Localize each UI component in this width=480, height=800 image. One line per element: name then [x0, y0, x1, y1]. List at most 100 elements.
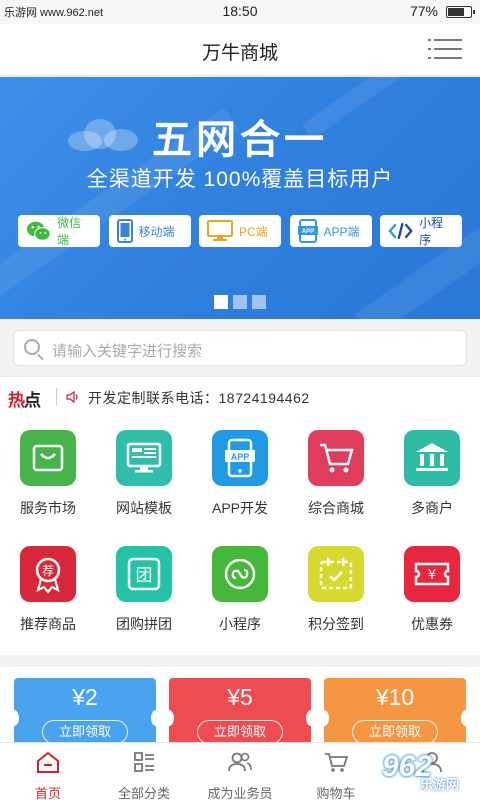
hot-tag: 热点	[8, 391, 41, 410]
chip-mobile[interactable]: 移动端	[108, 215, 191, 247]
carousel-dot[interactable]	[252, 295, 266, 309]
coupon-card[interactable]: ¥2 立即领取	[9, 678, 161, 742]
app-phone-icon: APP	[212, 430, 268, 486]
svg-text:¥: ¥	[428, 568, 436, 583]
chip-label: 微信端	[57, 216, 82, 247]
svg-text:APP: APP	[301, 229, 313, 235]
grid-item-mall[interactable]: 综合商城	[288, 430, 384, 518]
platform-chips: 微信端 移动端 PC端 APP APP端 小程序	[18, 215, 462, 247]
cart-tab-icon	[325, 753, 349, 772]
chip-pc[interactable]: PC端	[199, 215, 281, 247]
clock: 18:50	[222, 3, 258, 19]
claim-button[interactable]: 立即领取	[352, 720, 438, 742]
tab-label: 成为业务员	[207, 786, 273, 800]
svg-text:APP: APP	[231, 452, 250, 462]
grid-item-recommend[interactable]: 荐 推荐商品	[0, 546, 96, 634]
speaker-icon	[66, 390, 78, 404]
grid-label: 服务市场	[20, 500, 76, 516]
carousel-dot[interactable]	[214, 295, 228, 309]
badge-icon: 荐	[20, 546, 76, 602]
monitor-template-icon	[116, 430, 172, 486]
tab-label: 首页	[34, 786, 61, 800]
grid-item-service-market[interactable]: 服务市场	[0, 430, 96, 518]
banner-subtitle: 全渠道开发 100%覆盖目标用户	[86, 168, 394, 191]
grid-label: 积分签到	[308, 616, 364, 632]
svg-text:团: 团	[136, 566, 153, 586]
logo-text: 乐游网	[420, 777, 460, 792]
banner-headline: 五网合一	[152, 118, 328, 162]
tab-become-agent[interactable]: 成为业务员	[192, 743, 288, 800]
grid-item-checkin[interactable]: 积分签到	[288, 546, 384, 634]
tab-label: 全部分类	[117, 786, 170, 800]
bank-icon	[404, 430, 460, 486]
claim-button[interactable]: 立即领取	[197, 720, 283, 742]
monitor-icon	[207, 220, 233, 241]
coupon-notch	[151, 710, 161, 726]
battery-icon	[446, 6, 475, 18]
coupon-notch	[164, 710, 174, 726]
chip-wechat[interactable]: 微信端	[18, 215, 100, 247]
tab-categories[interactable]: 全部分类	[96, 743, 192, 800]
status-bar: 乐游网 www.962.net 18:50 77%	[0, 0, 480, 24]
grid-item-app-dev[interactable]: APP APP开发	[192, 430, 288, 518]
site-logo-watermark: 962 乐游网	[362, 748, 472, 792]
chip-label: PC端	[239, 224, 268, 239]
grid-label: 网站模板	[116, 500, 172, 516]
users-icon	[228, 752, 252, 772]
search-input[interactable]: 请输入关键字进行搜索	[13, 330, 467, 366]
search-placeholder: 请输入关键字进行搜索	[52, 343, 203, 360]
page-title: 万牛商城	[201, 43, 278, 64]
miniprogram-icon	[212, 546, 268, 602]
top-header: 万牛商城	[0, 24, 480, 76]
grid-label: 多商户	[411, 500, 453, 516]
grid-label: 优惠券	[411, 616, 453, 632]
battery-level	[448, 8, 465, 16]
carousel-dots	[0, 295, 480, 309]
grid-label: 综合商城	[308, 500, 364, 516]
search-section: 请输入关键字进行搜索	[0, 319, 480, 375]
chip-label: 小程序	[419, 216, 444, 247]
coupon-amount: ¥10	[375, 684, 415, 710]
cart-icon	[308, 430, 364, 486]
menu-icon[interactable]	[428, 37, 462, 61]
ticket-icon: ¥	[404, 546, 460, 602]
hotline-text: 开发定制联系电话：18724194462	[88, 390, 310, 406]
grid-label: 推荐商品	[20, 616, 76, 632]
app-icon: APP	[297, 219, 318, 243]
chip-miniprogram[interactable]: 小程序	[380, 215, 462, 247]
carousel-dot[interactable]	[233, 295, 247, 309]
coupon-notch	[9, 710, 19, 726]
search-icon	[24, 339, 40, 355]
divider	[56, 388, 57, 406]
grid-item-multi-merchant[interactable]: 多商户	[384, 430, 480, 518]
tab-home[interactable]: 首页	[0, 743, 96, 800]
chip-label: 移动端	[138, 224, 175, 239]
category-icon	[134, 752, 154, 772]
code-icon	[388, 222, 413, 240]
grid-label: 团购拼团	[116, 616, 172, 632]
chip-app[interactable]: APP APP端	[289, 215, 372, 247]
grid-label: 小程序	[219, 616, 261, 632]
mobile-icon	[116, 219, 133, 243]
coupon-card[interactable]: ¥5 立即领取	[164, 678, 316, 742]
grid-item-miniprogram[interactable]: 小程序	[192, 546, 288, 634]
coupon-amount: ¥2	[72, 684, 98, 710]
shopping-bag-icon	[20, 430, 76, 486]
promo-banner[interactable]: 五网合一 全渠道开发 100%覆盖目标用户 微信端 移动端 PC端 APP AP…	[0, 77, 480, 319]
coupon-notch	[306, 710, 316, 726]
feature-grid: 服务市场 网站模板 APP APP开发 综合商城 多商户 荐 推荐商品 团 团购…	[0, 416, 480, 655]
grid-item-coupon[interactable]: ¥ 优惠券	[384, 546, 480, 634]
coupon-amount: ¥5	[227, 684, 253, 710]
home-icon	[37, 751, 59, 773]
hot-notice-bar[interactable]: 热点 开发定制联系电话：18724194462	[0, 376, 480, 416]
svg-text:荐: 荐	[42, 564, 54, 578]
coupon-card[interactable]: ¥10 立即领取	[319, 678, 471, 742]
chip-label: APP端	[323, 224, 360, 239]
claim-button[interactable]: 立即领取	[42, 720, 128, 742]
group-icon: 团	[116, 546, 172, 602]
coupon-strip: ¥2 立即领取 ¥5 立即领取 ¥10 立即领取	[0, 667, 480, 742]
coupon-notch	[461, 710, 471, 726]
grid-item-templates[interactable]: 网站模板	[96, 430, 192, 518]
grid-item-group-buy[interactable]: 团 团购拼团	[96, 546, 192, 634]
battery-percent: 77%	[409, 3, 438, 19]
